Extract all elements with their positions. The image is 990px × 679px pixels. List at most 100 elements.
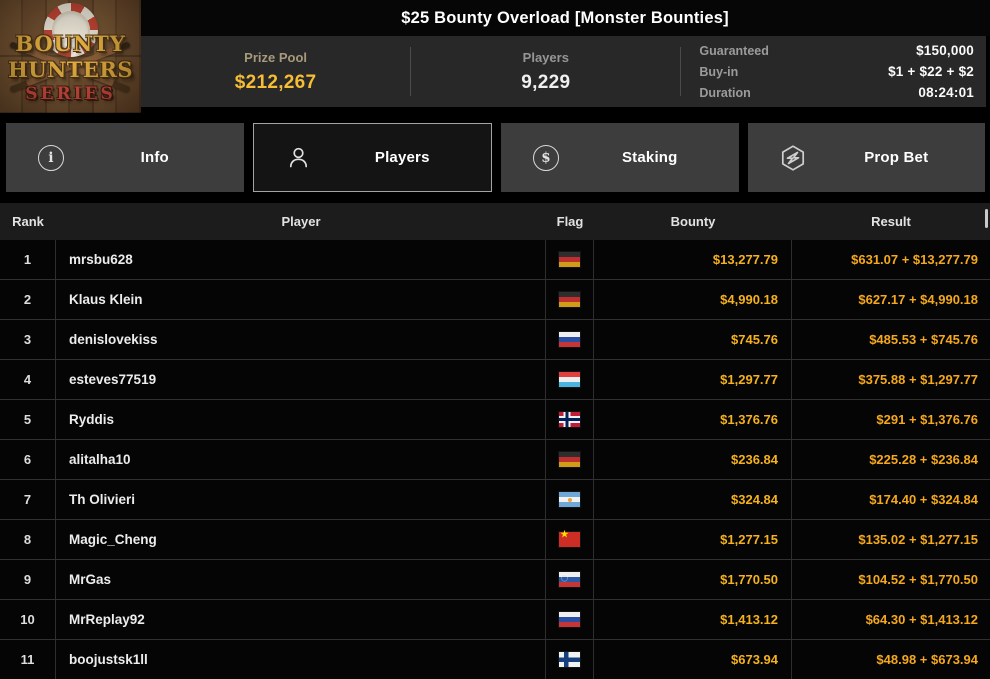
bounty-value: $1,277.15	[594, 520, 792, 559]
table-row[interactable]: 11 boojustsk1ll $673.94 $48.98 + $673.94	[0, 640, 990, 679]
result-value: $627.17 + $4,990.18	[858, 292, 978, 307]
player-name: mrsbu628	[56, 240, 546, 279]
player-name: Th Olivieri	[56, 480, 546, 519]
detail-row-guaranteed: Guaranteed $150,000	[699, 43, 974, 58]
poker-chip-icon	[43, 3, 98, 57]
result-value: $64.30 + $1,413.12	[865, 612, 978, 627]
rank-value: 11	[0, 640, 56, 679]
column-header-player: Player	[281, 214, 321, 229]
argentina-flag-icon	[559, 492, 580, 507]
tab-staking[interactable]: $ Staking	[501, 123, 739, 192]
players-stat: Players 9,229	[411, 36, 680, 107]
players-count: 9,229	[521, 71, 571, 93]
tournament-details: Guaranteed $150,000 Buy-in $1 + $22 + $2…	[681, 36, 986, 107]
table-row[interactable]: 9 MrGas $1,770.50 $104.52 + $1,770.50	[0, 560, 990, 600]
rank-value: 9	[0, 560, 56, 599]
column-header-result: Result	[871, 214, 911, 229]
russia-flag-icon	[559, 332, 580, 347]
flag-cell	[546, 400, 594, 439]
flag-cell	[546, 640, 594, 679]
rank-value: 5	[0, 400, 56, 439]
scrollbar-thumb[interactable]	[985, 209, 988, 228]
person-icon	[284, 143, 314, 173]
tab-players[interactable]: Players	[252, 123, 492, 192]
bounty-value: $1,413.12	[594, 600, 792, 639]
column-header-bounty: Bounty	[670, 214, 716, 229]
rank-value: 4	[0, 360, 56, 399]
table-header: Rank Player Flag Bounty Result	[0, 203, 990, 240]
table-row[interactable]: 10 MrReplay92 $1,413.12 $64.30 + $1,413.…	[0, 600, 990, 640]
player-name: Klaus Klein	[56, 280, 546, 319]
info-icon: i	[36, 143, 66, 173]
rifle-icon	[9, 41, 131, 93]
flag-cell	[546, 560, 594, 599]
rank-value: 2	[0, 280, 56, 319]
flag-cell	[546, 240, 594, 279]
column-header-rank: Rank	[12, 214, 44, 229]
germany-flag-icon	[559, 452, 580, 467]
guaranteed-value: $150,000	[916, 43, 974, 58]
tab-prop-bet[interactable]: Prop Bet	[747, 123, 985, 192]
bounty-value: $1,376.76	[594, 400, 792, 439]
tab-info[interactable]: i Info	[6, 123, 244, 192]
player-name: denislovekiss	[56, 320, 546, 359]
flag-cell	[546, 520, 594, 559]
bounty-value: $673.94	[594, 640, 792, 679]
player-name: alitalha10	[56, 440, 546, 479]
tournament-title: $25 Bounty Overload [Monster Bounties]	[401, 9, 729, 27]
flag-cell	[546, 480, 594, 519]
flag-cell	[546, 280, 594, 319]
player-name: esteves77519	[56, 360, 546, 399]
germany-flag-icon	[559, 292, 580, 307]
result-value: $48.98 + $673.94	[876, 652, 978, 667]
player-name: Ryddis	[56, 400, 546, 439]
table-row[interactable]: 6 alitalha10 $236.84 $225.28 + $236.84	[0, 440, 990, 480]
rank-value: 1	[0, 240, 56, 279]
players-table: 1 mrsbu628 $13,277.79 $631.07 + $13,277.…	[0, 240, 990, 679]
bounty-value: $236.84	[594, 440, 792, 479]
title-bar: $25 Bounty Overload [Monster Bounties]	[0, 0, 990, 36]
player-name: MrReplay92	[56, 600, 546, 639]
detail-row-duration: Duration 08:24:01	[699, 85, 974, 100]
norway-flag-icon	[559, 412, 580, 427]
bounty-value: $1,770.50	[594, 560, 792, 599]
column-header-flag: Flag	[556, 214, 584, 229]
rank-value: 7	[0, 480, 56, 519]
bounty-value: $4,990.18	[594, 280, 792, 319]
result-value: $375.88 + $1,297.77	[858, 372, 978, 387]
table-row[interactable]: 5 Ryddis $1,376.76 $291 + $1,376.76	[0, 400, 990, 440]
dollar-circle-icon: $	[531, 143, 561, 173]
hexagon-bolt-icon	[778, 143, 808, 173]
duration-value: 08:24:01	[918, 85, 974, 100]
buyin-value: $1 + $22 + $2	[888, 64, 974, 79]
rifle-icon	[9, 41, 131, 93]
players-label: Players	[522, 49, 569, 65]
bounty-value: $324.84	[594, 480, 792, 519]
finland-flag-icon	[559, 652, 580, 667]
rank-value: 10	[0, 600, 56, 639]
luxembourg-flag-icon	[559, 372, 580, 387]
table-row[interactable]: 4 esteves77519 $1,297.77 $375.88 + $1,29…	[0, 360, 990, 400]
result-value: $104.52 + $1,770.50	[858, 572, 978, 587]
table-row[interactable]: 8 Magic_Cheng $1,277.15 $135.02 + $1,277…	[0, 520, 990, 560]
flag-cell	[546, 600, 594, 639]
rank-value: 3	[0, 320, 56, 359]
result-value: $225.28 + $236.84	[869, 452, 978, 467]
table-row[interactable]: 2 Klaus Klein $4,990.18 $627.17 + $4,990…	[0, 280, 990, 320]
player-name: MrGas	[56, 560, 546, 599]
china-flag-icon	[559, 529, 580, 547]
flag-cell	[546, 440, 594, 479]
player-name: boojustsk1ll	[56, 640, 546, 679]
bounty-value: $1,297.77	[594, 360, 792, 399]
germany-flag-icon	[559, 252, 580, 267]
prize-pool-stat: Prize Pool $212,267	[141, 36, 410, 107]
result-value: $291 + $1,376.76	[876, 412, 978, 427]
table-row[interactable]: 1 mrsbu628 $13,277.79 $631.07 + $13,277.…	[0, 240, 990, 280]
result-value: $174.40 + $324.84	[869, 492, 978, 507]
detail-row-buyin: Buy-in $1 + $22 + $2	[699, 64, 974, 79]
table-row[interactable]: 3 denislovekiss $745.76 $485.53 + $745.7…	[0, 320, 990, 360]
prize-pool-value: $212,267	[234, 71, 317, 93]
result-value: $631.07 + $13,277.79	[851, 252, 978, 267]
tab-bar: i Info Players $ Staking Prop Bet	[6, 123, 985, 192]
table-row[interactable]: 7 Th Olivieri $324.84 $174.40 + $324.84	[0, 480, 990, 520]
